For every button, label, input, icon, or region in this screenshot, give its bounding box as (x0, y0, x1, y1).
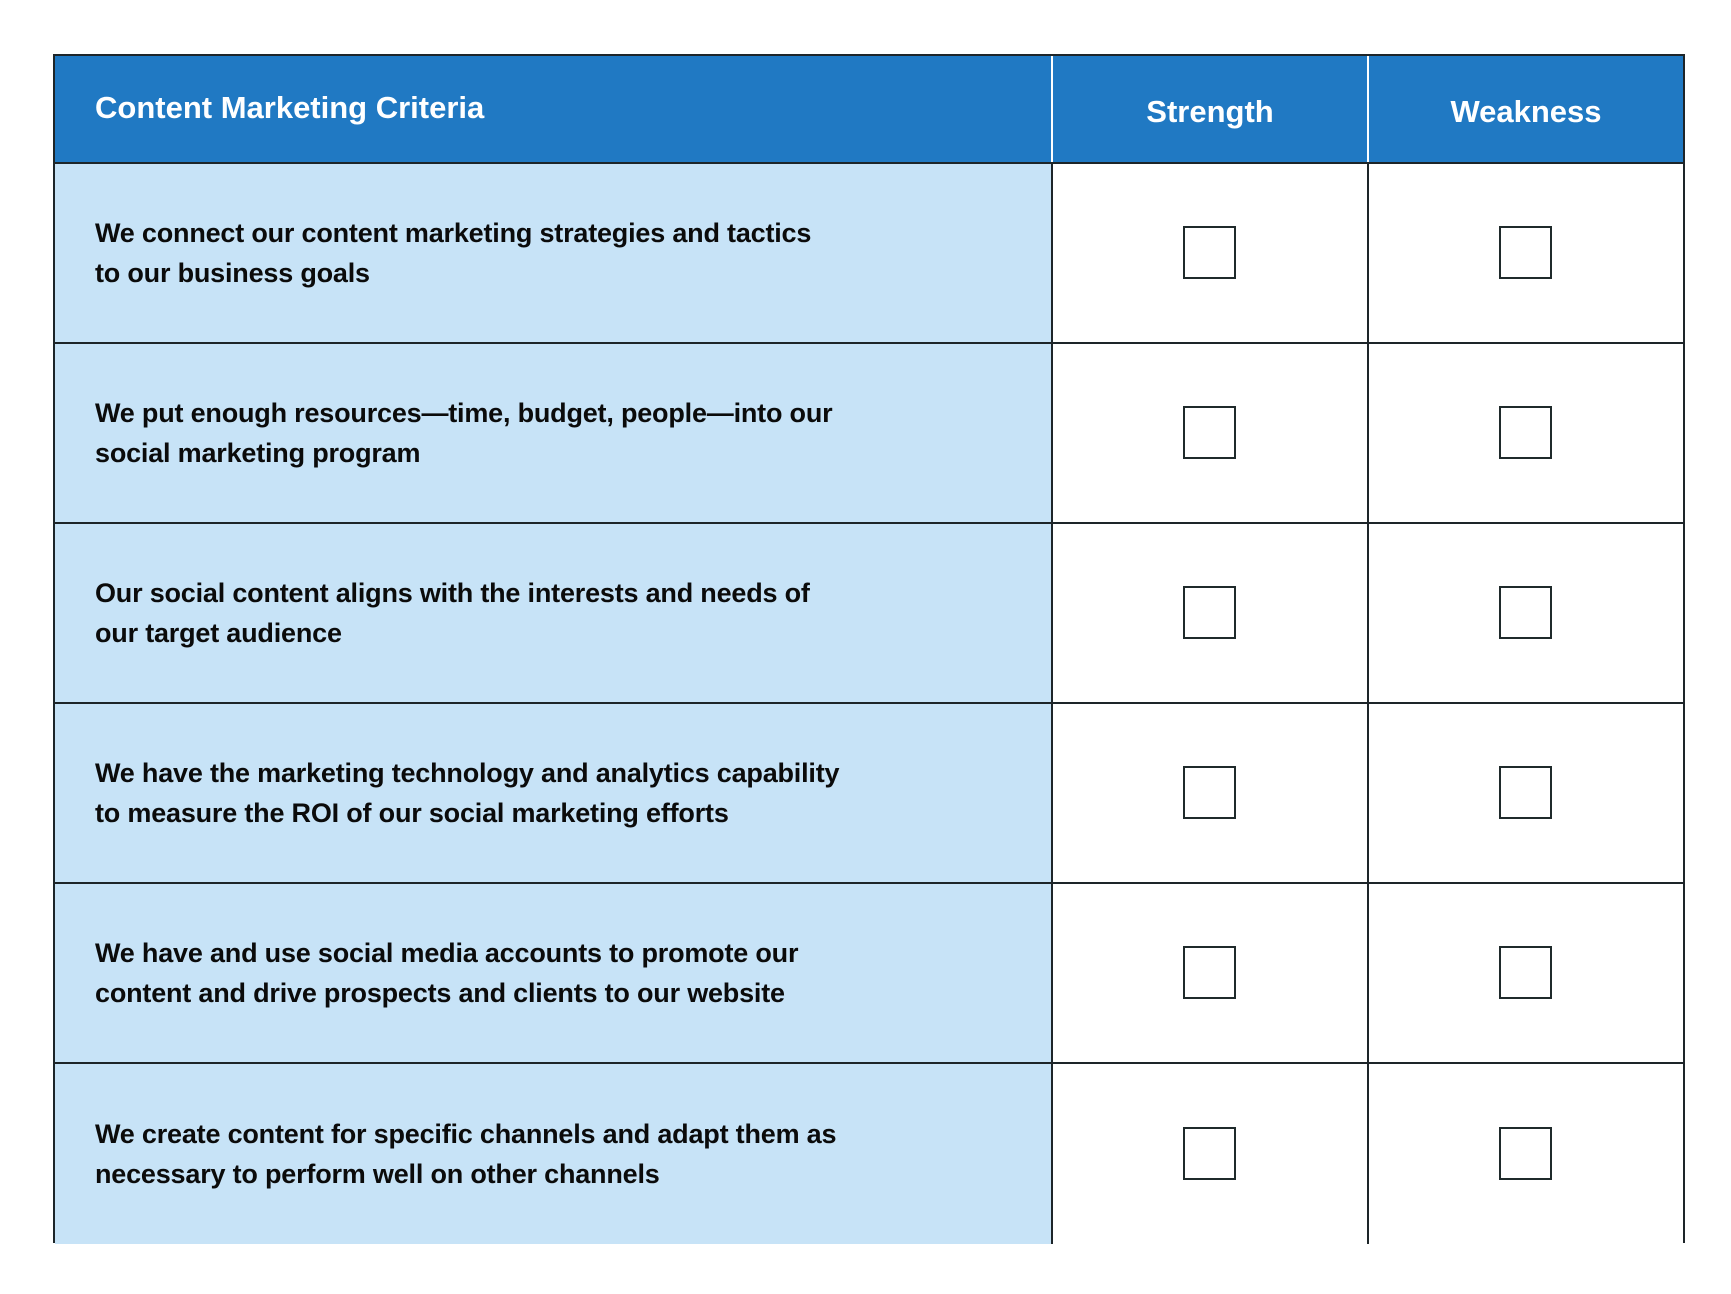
criteria-line-2: content and drive prospects and clients … (95, 978, 785, 1008)
criteria-line-1: We have the marketing technology and ana… (95, 758, 840, 788)
table-row: We create content for specific channels … (55, 1064, 1683, 1244)
criteria-text: We have the marketing technology and ana… (95, 753, 1031, 833)
table-row: We have the marketing technology and ana… (55, 704, 1683, 884)
criteria-text: We connect our content marketing strateg… (95, 213, 1031, 293)
header-strength-label: Strength (1146, 94, 1274, 129)
criteria-line-2: to measure the ROI of our social marketi… (95, 798, 729, 828)
criteria-cell: We have the marketing technology and ana… (55, 704, 1051, 882)
strength-checkbox[interactable] (1183, 586, 1236, 639)
criteria-line-1: We have and use social media accounts to… (95, 938, 799, 968)
weakness-checkbox[interactable] (1499, 586, 1552, 639)
strength-cell (1051, 344, 1367, 522)
strength-cell (1051, 524, 1367, 702)
table-row: We have and use social media accounts to… (55, 884, 1683, 1064)
header-criteria-label: Content Marketing Criteria (95, 90, 485, 125)
criteria-text: We put enough resources—time, budget, pe… (95, 393, 1031, 473)
weakness-checkbox[interactable] (1499, 946, 1552, 999)
criteria-text: We have and use social media accounts to… (95, 933, 1031, 1013)
criteria-line-2: social marketing program (95, 438, 421, 468)
strength-checkbox[interactable] (1183, 766, 1236, 819)
header-cell-criteria: Content Marketing Criteria (55, 56, 1051, 162)
weakness-checkbox[interactable] (1499, 406, 1552, 459)
header-weakness-label: Weakness (1450, 94, 1602, 129)
criteria-line-2: necessary to perform well on other chann… (95, 1159, 660, 1189)
criteria-line-2: to our business goals (95, 258, 370, 288)
content-marketing-assessment-table: Content Marketing Criteria Strength Weak… (53, 54, 1685, 1244)
criteria-line-1: We put enough resources—time, budget, pe… (95, 398, 833, 428)
table-row: We put enough resources—time, budget, pe… (55, 344, 1683, 524)
strength-checkbox[interactable] (1183, 406, 1236, 459)
criteria-line-2: our target audience (95, 618, 342, 648)
header-cell-strength: Strength (1051, 56, 1367, 162)
weakness-cell (1367, 164, 1683, 342)
weakness-cell (1367, 704, 1683, 882)
criteria-cell: We have and use social media accounts to… (55, 884, 1051, 1062)
criteria-cell: We put enough resources—time, budget, pe… (55, 344, 1051, 522)
criteria-line-1: Our social content aligns with the inter… (95, 578, 810, 608)
header-cell-weakness: Weakness (1367, 56, 1683, 162)
criteria-text: Our social content aligns with the inter… (95, 573, 1031, 653)
weakness-checkbox[interactable] (1499, 1127, 1552, 1180)
strength-cell (1051, 1064, 1367, 1244)
criteria-cell: We create content for specific channels … (55, 1064, 1051, 1244)
weakness-cell (1367, 1064, 1683, 1244)
criteria-line-1: We create content for specific channels … (95, 1119, 837, 1149)
strength-checkbox[interactable] (1183, 1127, 1236, 1180)
criteria-cell: Our social content aligns with the inter… (55, 524, 1051, 702)
criteria-cell: We connect our content marketing strateg… (55, 164, 1051, 342)
weakness-checkbox[interactable] (1499, 226, 1552, 279)
strength-cell (1051, 884, 1367, 1062)
strength-cell (1051, 704, 1367, 882)
weakness-checkbox[interactable] (1499, 766, 1552, 819)
weakness-cell (1367, 884, 1683, 1062)
strength-checkbox[interactable] (1183, 946, 1236, 999)
strength-checkbox[interactable] (1183, 226, 1236, 279)
weakness-cell (1367, 524, 1683, 702)
table-row: We connect our content marketing strateg… (55, 164, 1683, 344)
criteria-line-1: We connect our content marketing strateg… (95, 218, 812, 248)
criteria-text: We create content for specific channels … (95, 1114, 1031, 1194)
weakness-cell (1367, 344, 1683, 522)
table-header-row: Content Marketing Criteria Strength Weak… (55, 56, 1683, 164)
strength-cell (1051, 164, 1367, 342)
table-row: Our social content aligns with the inter… (55, 524, 1683, 704)
